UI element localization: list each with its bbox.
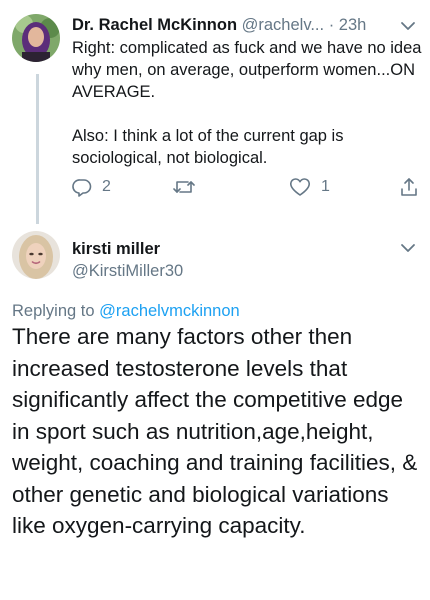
replying-to-link[interactable]: @rachelvmckinnon: [99, 302, 240, 320]
reply-count: 2: [102, 178, 111, 195]
share-button[interactable]: [399, 176, 419, 198]
like-count: 1: [321, 178, 330, 195]
tweet2-body: There are many factors other then increa…: [12, 324, 418, 538]
tweet1-action-bar: 2 1: [72, 176, 422, 198]
tweet2-display-name[interactable]: kirsti miller: [72, 238, 160, 260]
retweet-icon: [173, 177, 195, 197]
replying-to-line: Replying to @rachelvmckinnon: [12, 300, 240, 322]
tweet1-chevron-down-icon[interactable]: [400, 18, 416, 34]
replying-to-label: Replying to: [12, 302, 95, 320]
tweet1-timestamp[interactable]: 23h: [339, 16, 367, 34]
reply-button[interactable]: 2: [72, 176, 111, 198]
tweet1-display-name[interactable]: Dr. Rachel McKinnon: [72, 16, 237, 34]
reply-icon: [72, 177, 92, 197]
tweet1-handle[interactable]: @rachelv...: [242, 16, 324, 34]
share-icon: [399, 177, 419, 197]
like-button[interactable]: 1: [289, 176, 330, 198]
tweet2-chevron-down-icon[interactable]: [400, 240, 416, 256]
avatar-kirsti-miller[interactable]: [12, 231, 60, 279]
tweet2-handle[interactable]: @KirstiMiller30: [72, 260, 183, 282]
tweet1-paragraph-1: Right: complicated as fuck and we have n…: [72, 39, 422, 101]
avatar-rachel-mckinnon[interactable]: [12, 14, 60, 62]
like-icon: [289, 177, 311, 197]
tweet1-separator: ·: [328, 16, 335, 34]
retweet-button[interactable]: [173, 176, 205, 198]
tweet1-paragraph-2: Also: I think a lot of the current gap i…: [72, 127, 344, 167]
tweet1-header: Dr. Rachel McKinnon @rachelv... · 23h: [72, 14, 392, 36]
tweet1-body: Right: complicated as fuck and we have n…: [72, 37, 422, 169]
thread-connector: [36, 74, 39, 224]
